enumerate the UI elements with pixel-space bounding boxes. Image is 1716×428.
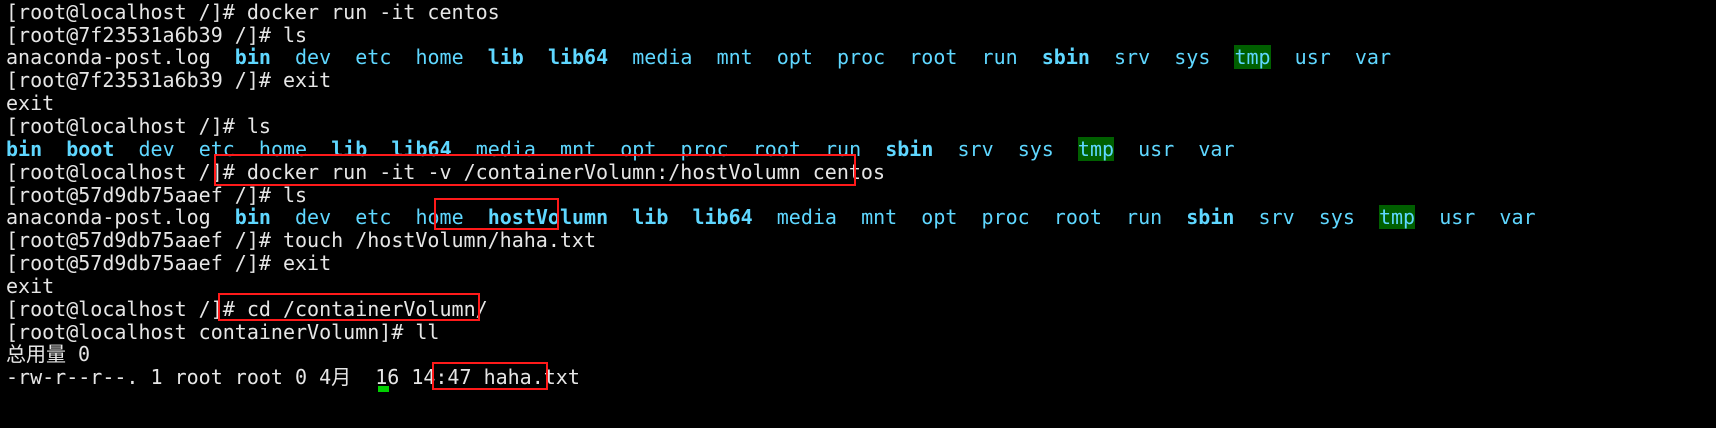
file-meta: -rw-r--r--. 1 root root 0 4月 16 14:47 — [6, 365, 484, 389]
dir-entry: proc — [837, 45, 886, 69]
dir-entry: dev — [295, 45, 332, 69]
terminal-line: [root@7f23531a6b39 /]# exit — [6, 68, 332, 92]
dir-entry: bin — [6, 137, 43, 161]
dir-entry: lib64 — [547, 45, 609, 69]
terminal-line: exit — [6, 91, 55, 115]
dir-entry: lib — [632, 205, 669, 229]
terminal-cursor — [378, 386, 389, 392]
dir-entry: var — [1198, 137, 1235, 161]
dir-entry: root — [909, 45, 958, 69]
dir-entry: mnt — [861, 205, 898, 229]
dir-entry: var — [1354, 45, 1392, 69]
dir-entry: bin — [234, 205, 271, 229]
dir-entry: proc — [981, 205, 1030, 229]
annotation-box-haha-txt — [432, 362, 548, 390]
dir-entry: sys — [1017, 137, 1054, 161]
annotation-box-hostvolumn — [434, 198, 559, 230]
terminal-line: [root@57d9db75aaef /]# exit — [6, 251, 332, 275]
dir-entry-tmp: tmp — [1378, 205, 1416, 229]
annotation-box-cd-command — [218, 293, 480, 321]
dir-entry: opt — [921, 205, 958, 229]
dir-entry: usr — [1138, 137, 1175, 161]
annotation-box-volume-command — [214, 154, 856, 186]
dir-entry: run — [1126, 205, 1163, 229]
dir-entry-tmp: tmp — [1234, 45, 1271, 69]
dir-entry: srv — [1258, 205, 1295, 229]
shell-prompt: [root@localhost /]# — [6, 160, 247, 184]
dir-entry: boot — [66, 137, 115, 161]
dir-entry-tmp: tmp — [1077, 137, 1115, 161]
dir-entry: sbin — [1041, 45, 1090, 69]
file-entry: anaconda-post.log — [6, 45, 211, 69]
dir-entry: usr — [1294, 45, 1331, 69]
dir-entry: etc — [355, 205, 392, 229]
dir-entry: dev — [138, 137, 175, 161]
ls-output-1: anaconda-post.log bin dev etc home lib l… — [6, 45, 1391, 70]
dir-entry: opt — [776, 45, 813, 69]
terminal-line: [root@57d9db75aaef /]# touch /hostVolumn… — [6, 228, 597, 252]
dir-entry: root — [1053, 205, 1102, 229]
dir-entry: sbin — [885, 137, 934, 161]
dir-entry: bin — [234, 45, 271, 69]
dir-entry: sys — [1174, 45, 1211, 69]
dir-entry: srv — [1114, 45, 1151, 69]
dir-entry: var — [1499, 205, 1536, 229]
shell-prompt: [root@localhost /]# — [6, 297, 247, 321]
dir-entry: sbin — [1186, 205, 1235, 229]
dir-entry: srv — [957, 137, 994, 161]
terminal-line: [root@localhost /]# ls — [6, 114, 271, 138]
dir-entry: media — [632, 45, 693, 69]
dir-entry: mnt — [716, 45, 753, 69]
file-entry: anaconda-post.log — [6, 205, 211, 229]
dir-entry: media — [776, 205, 837, 229]
dir-entry: dev — [295, 205, 332, 229]
terminal-line: 总用量 0 — [6, 342, 91, 366]
dir-entry: etc — [355, 45, 392, 69]
dir-entry: lib64 — [692, 205, 753, 229]
dir-entry: run — [981, 45, 1018, 69]
dir-entry: home — [415, 45, 464, 69]
dir-entry: usr — [1439, 205, 1476, 229]
dir-entry: lib — [487, 45, 524, 69]
ls-output-3: anaconda-post.log bin dev etc home hostV… — [6, 205, 1536, 230]
terminal-line: [root@localhost /]# docker run -it cento… — [6, 0, 500, 24]
terminal-window[interactable]: [root@localhost /]# docker run -it cento… — [0, 0, 1716, 428]
dir-entry: sys — [1318, 205, 1355, 229]
terminal-line: exit — [6, 274, 55, 298]
